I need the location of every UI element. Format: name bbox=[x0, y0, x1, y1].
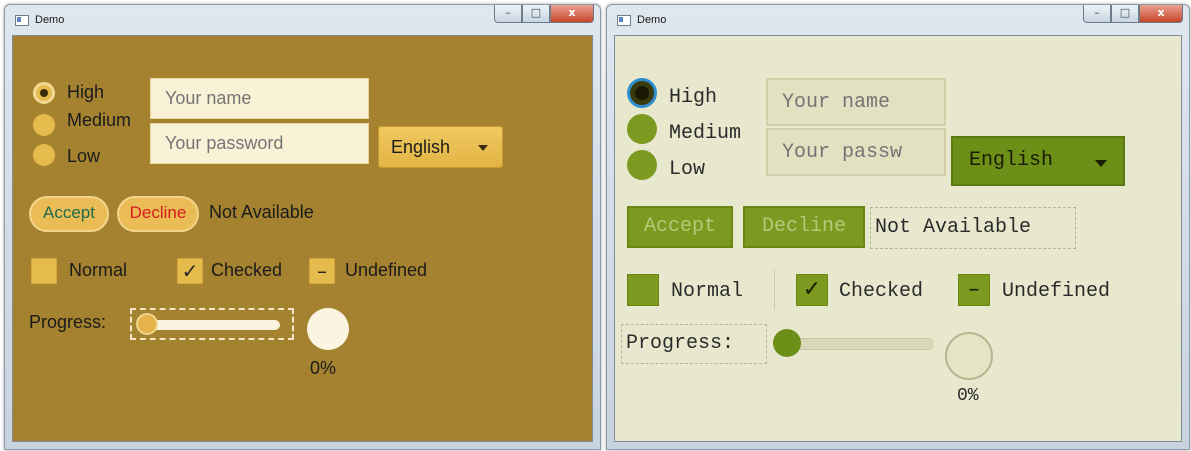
normal-checkbox[interactable] bbox=[31, 258, 57, 284]
window-content: High Medium Low English Accept Decline N… bbox=[12, 35, 593, 442]
radio-low-label: Low bbox=[669, 158, 706, 181]
accept-button[interactable]: Accept bbox=[627, 206, 733, 248]
demo-window-gold: Demo – □ x High Medium Low English Accep… bbox=[4, 4, 601, 450]
radio-medium[interactable] bbox=[33, 114, 55, 136]
name-input[interactable] bbox=[150, 78, 369, 119]
window-controls: – □ x bbox=[494, 5, 594, 25]
undefined-checkbox[interactable]: – bbox=[309, 258, 335, 284]
radio-low[interactable] bbox=[627, 150, 657, 180]
progress-slider[interactable] bbox=[773, 329, 933, 359]
normal-checkbox-label: Normal bbox=[69, 260, 128, 280]
radio-low-label: Low bbox=[67, 146, 101, 166]
radio-high-label: High bbox=[67, 82, 105, 102]
progress-percent: 0% bbox=[310, 358, 337, 378]
name-input[interactable] bbox=[766, 78, 946, 126]
decline-button[interactable]: Decline bbox=[743, 206, 865, 248]
title-bar[interactable]: Demo – □ x bbox=[5, 5, 600, 35]
minimize-button[interactable]: – bbox=[494, 5, 522, 23]
progress-indicator bbox=[945, 332, 993, 380]
language-select[interactable]: English bbox=[951, 136, 1125, 186]
language-select[interactable]: English bbox=[378, 126, 503, 168]
title-bar[interactable]: Demo – □ x bbox=[607, 5, 1189, 35]
progress-indicator bbox=[307, 308, 349, 350]
language-select-value: English bbox=[391, 137, 451, 157]
slider-thumb[interactable] bbox=[136, 313, 158, 335]
slider-thumb[interactable] bbox=[773, 329, 801, 357]
demo-window-olive: Demo – □ x High Medium Low English Accep… bbox=[606, 4, 1190, 450]
maximize-button[interactable]: □ bbox=[522, 5, 550, 23]
radio-high[interactable] bbox=[33, 82, 55, 104]
radio-medium-label: Medium bbox=[669, 122, 742, 145]
status-label: Not Available bbox=[870, 207, 1076, 249]
normal-checkbox-label: Normal bbox=[671, 280, 744, 303]
checked-checkbox[interactable]: ✓ bbox=[796, 274, 828, 306]
status-label: Not Available bbox=[209, 202, 314, 222]
progress-label: Progress: bbox=[29, 312, 107, 332]
undefined-checkbox-label: Undefined bbox=[1002, 280, 1111, 303]
radio-high-label: High bbox=[669, 86, 718, 109]
checked-checkbox[interactable]: ✓ bbox=[177, 258, 203, 284]
maximize-button[interactable]: □ bbox=[1111, 5, 1139, 23]
language-select-value: English bbox=[969, 149, 1054, 172]
window-title: Demo bbox=[35, 14, 65, 26]
progress-slider[interactable] bbox=[130, 308, 294, 340]
slider-track bbox=[781, 338, 933, 350]
chevron-down-icon bbox=[1095, 160, 1107, 167]
window-content: High Medium Low English Accept Decline N… bbox=[614, 35, 1182, 442]
radio-medium-label: Medium bbox=[67, 110, 132, 130]
radio-low[interactable] bbox=[33, 144, 55, 166]
radio-medium[interactable] bbox=[627, 114, 657, 144]
app-icon bbox=[617, 15, 631, 26]
password-input[interactable] bbox=[150, 123, 369, 164]
decline-button[interactable]: Decline bbox=[117, 196, 199, 232]
close-button[interactable]: x bbox=[1139, 5, 1183, 23]
radio-high[interactable] bbox=[627, 78, 657, 108]
password-input[interactable] bbox=[766, 128, 946, 176]
window-title: Demo bbox=[637, 14, 667, 26]
chevron-down-icon bbox=[478, 145, 488, 151]
close-button[interactable]: x bbox=[550, 5, 594, 23]
undefined-checkbox-label: Undefined bbox=[345, 260, 428, 280]
progress-label: Progress: bbox=[621, 324, 767, 364]
slider-track bbox=[140, 320, 280, 330]
progress-percent: 0% bbox=[957, 386, 979, 406]
minimize-button[interactable]: – bbox=[1083, 5, 1111, 23]
checked-checkbox-label: Checked bbox=[211, 260, 283, 280]
normal-checkbox[interactable] bbox=[627, 274, 659, 306]
accept-button[interactable]: Accept bbox=[29, 196, 109, 232]
window-controls: – □ x bbox=[1083, 5, 1183, 25]
checked-checkbox-label: Checked bbox=[839, 280, 924, 303]
undefined-checkbox[interactable]: – bbox=[958, 274, 990, 306]
app-icon bbox=[15, 15, 29, 26]
separator bbox=[774, 270, 775, 310]
